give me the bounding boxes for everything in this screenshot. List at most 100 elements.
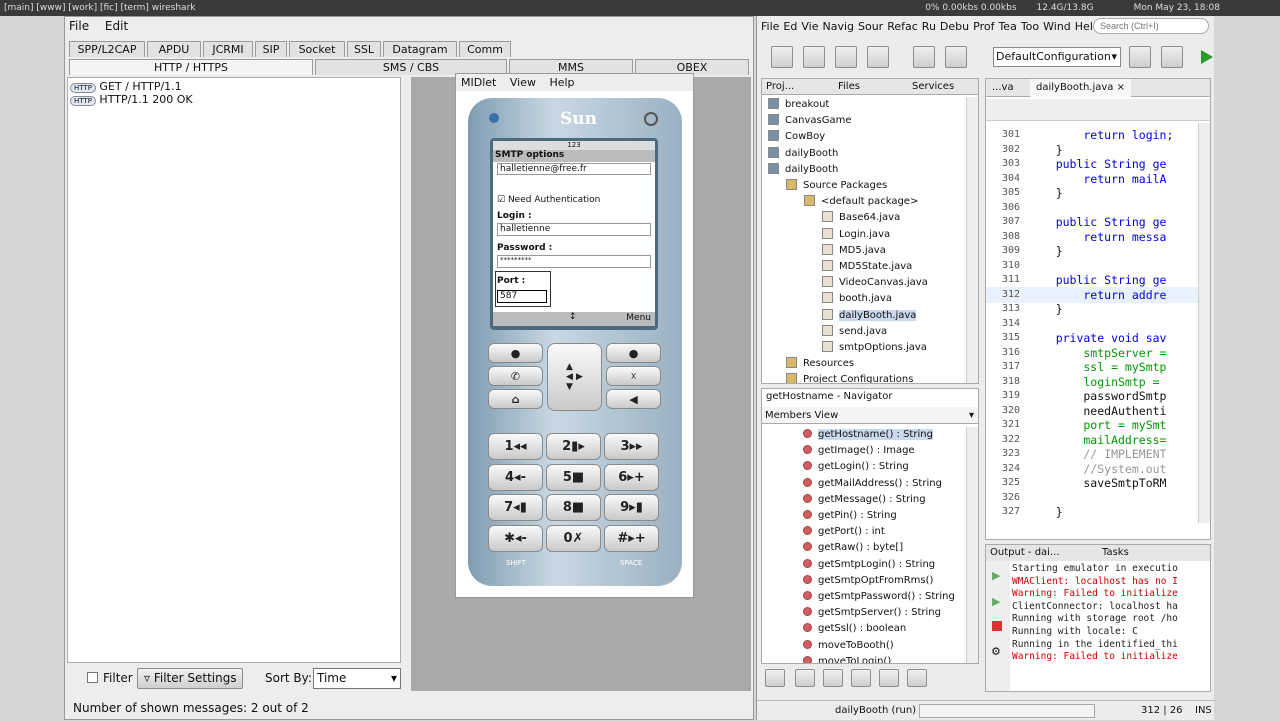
tab-files[interactable]: Files: [838, 79, 860, 95]
tab-http[interactable]: HTTP / HTTPS: [69, 59, 313, 75]
member-item[interactable]: getSmtpOptFromRms(): [762, 573, 966, 589]
member-item[interactable]: getSsl() : boolean: [762, 621, 966, 637]
tree-item[interactable]: breakout: [762, 97, 966, 113]
email-field[interactable]: halletienne@free.fr: [497, 163, 651, 175]
port-field[interactable]: 587: [497, 290, 547, 303]
close-icon[interactable]: ×: [1117, 82, 1125, 93]
keypad-key[interactable]: 9▸▮: [604, 494, 659, 521]
stop-icon[interactable]: [992, 621, 1002, 631]
member-item[interactable]: getImage() : Image: [762, 443, 966, 459]
filter-label[interactable]: Filter: [103, 671, 133, 685]
workspace-list[interactable]: [main] [www] [work] [fic] [term] wiresha…: [4, 3, 195, 13]
tree-item[interactable]: send.java: [762, 324, 966, 340]
tab-dailybooth[interactable]: dailyBooth.java ×: [1030, 79, 1132, 97]
tree-item[interactable]: CowBoy: [762, 129, 966, 145]
filter-fields-icon[interactable]: [765, 669, 785, 687]
keypad-key[interactable]: 8■: [546, 494, 601, 521]
filter-nonpublic-icon[interactable]: [823, 669, 843, 687]
menu-run[interactable]: Ru: [922, 20, 936, 36]
member-item[interactable]: getHostname() : String: [762, 427, 966, 443]
tab-apdu[interactable]: APDU: [147, 41, 201, 57]
clean-build-icon[interactable]: [1161, 46, 1183, 68]
filter-checkbox[interactable]: [87, 672, 98, 683]
keypad-key[interactable]: #▸+: [604, 524, 659, 552]
menu-midlet[interactable]: MIDlet: [461, 76, 496, 89]
tab-comm[interactable]: Comm: [459, 41, 511, 57]
output-console[interactable]: Starting emulator in executio WMAClient: …: [1012, 563, 1198, 679]
tree-item[interactable]: Resources: [762, 356, 966, 372]
menu-window[interactable]: Wind: [1043, 20, 1071, 36]
members-view-dropdown[interactable]: Members View ▾: [762, 407, 978, 424]
build-icon[interactable]: [1129, 46, 1151, 68]
tree-item[interactable]: VideoCanvas.java: [762, 275, 966, 291]
tree-item[interactable]: MD5State.java: [762, 259, 966, 275]
config-dropdown[interactable]: DefaultConfiguration ▾: [993, 47, 1121, 67]
member-item[interactable]: getLogin() : String: [762, 459, 966, 475]
list-item[interactable]: HTTP HTTP/1.1 200 OK: [70, 93, 193, 106]
editor-scrollbar[interactable]: [1198, 123, 1210, 523]
tree-item[interactable]: <default package>: [762, 194, 966, 210]
left-softkey[interactable]: ●: [488, 343, 543, 363]
undo-icon[interactable]: [913, 46, 935, 68]
keypad-key[interactable]: 6▸+: [604, 463, 659, 491]
softkey-menu[interactable]: Menu: [626, 313, 651, 323]
menu-team[interactable]: Tea: [998, 20, 1016, 36]
member-item[interactable]: getSmtpPassword() : String: [762, 589, 966, 605]
tree-item[interactable]: MD5.java: [762, 243, 966, 259]
tab-services[interactable]: Services: [912, 79, 954, 95]
tab-previous-file[interactable]: ...va: [992, 79, 1014, 97]
tree-item[interactable]: dailyBooth.java: [762, 308, 966, 324]
tree-item[interactable]: dailyBooth: [762, 162, 966, 178]
home-button[interactable]: ⌂: [488, 389, 543, 409]
keypad-key[interactable]: 4◂-: [488, 463, 543, 491]
menu-view[interactable]: Vie: [801, 20, 818, 36]
member-item[interactable]: getPin() : String: [762, 508, 966, 524]
menu-source[interactable]: Sour: [858, 20, 883, 36]
tab-ssl[interactable]: SSL: [347, 41, 381, 57]
redo-icon[interactable]: [945, 46, 967, 68]
tab-projects[interactable]: Proj...: [766, 79, 794, 95]
login-field[interactable]: halletienne: [497, 223, 651, 236]
right-softkey[interactable]: ●: [606, 343, 661, 363]
menu-view[interactable]: View: [510, 76, 536, 89]
tree-item[interactable]: dailyBooth: [762, 146, 966, 162]
menu-edit[interactable]: Edit: [105, 19, 128, 33]
end-button[interactable]: ☓: [606, 366, 661, 386]
tab-tasks[interactable]: Tasks: [1102, 545, 1129, 561]
menu-file[interactable]: File: [761, 20, 779, 36]
member-item[interactable]: getMessage() : String: [762, 492, 966, 508]
search-input[interactable]: [1093, 18, 1209, 34]
keypad-key[interactable]: ✱◂-: [488, 524, 543, 552]
tree-item[interactable]: Source Packages: [762, 178, 966, 194]
tree-item[interactable]: Project Configurations: [762, 372, 966, 383]
sort-icon[interactable]: [907, 669, 927, 687]
members-scrollbar[interactable]: [966, 427, 978, 663]
call-button[interactable]: ✆: [488, 366, 543, 386]
member-item[interactable]: moveToLogin(): [762, 654, 966, 663]
settings-icon[interactable]: ⚙: [991, 645, 1001, 658]
tab-jcrmi[interactable]: JCRMI: [203, 41, 253, 57]
tree-scrollbar[interactable]: [966, 97, 978, 383]
tab-socket[interactable]: Socket: [289, 41, 345, 57]
menu-debug[interactable]: Debu: [940, 20, 969, 36]
tree-item[interactable]: booth.java: [762, 291, 966, 307]
keypad-key[interactable]: 3▸▸: [604, 433, 659, 460]
menu-help[interactable]: Help: [549, 76, 574, 89]
member-item[interactable]: getMailAddress() : String: [762, 476, 966, 492]
tree-item[interactable]: CanvasGame: [762, 113, 966, 129]
member-item[interactable]: getSmtpLogin() : String: [762, 557, 966, 573]
save-all-icon[interactable]: [867, 46, 889, 68]
menu-navigate[interactable]: Navig: [822, 20, 854, 36]
menu-help[interactable]: Hel: [1075, 20, 1093, 36]
need-auth-checkbox[interactable]: ☑ Need Authentication: [497, 195, 600, 205]
tab-output[interactable]: Output - dai...: [990, 545, 1060, 561]
message-list[interactable]: HTTP GET / HTTP/1.1 HTTP HTTP/1.1 200 OK: [67, 77, 401, 663]
member-item[interactable]: moveToBooth(): [762, 638, 966, 654]
new-project-icon[interactable]: [803, 46, 825, 68]
menu-tools[interactable]: Too: [1021, 20, 1039, 36]
keypad-key[interactable]: 5■: [546, 463, 601, 491]
menu-profile[interactable]: Prof: [973, 20, 994, 36]
tab-spp[interactable]: SPP/L2CAP: [69, 41, 145, 57]
filter-lock-icon[interactable]: [851, 669, 871, 687]
member-item[interactable]: getPort() : int: [762, 524, 966, 540]
